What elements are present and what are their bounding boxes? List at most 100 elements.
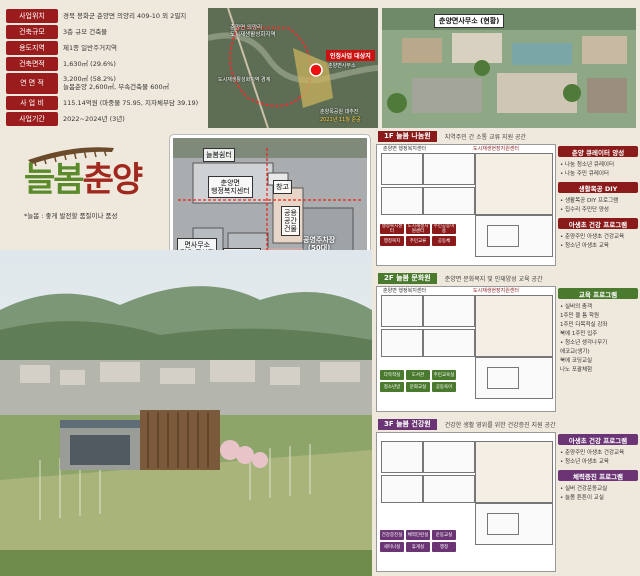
floor-room: [381, 475, 423, 503]
info-value: 경북 봉화군 춘양면 의양리 409-10 외 2필지: [58, 12, 186, 20]
room-legend-item: 운동교실: [432, 530, 456, 540]
floor-tag: 1F 늘봄 나눔원: [378, 130, 437, 142]
room-legend-item: 공동육아: [432, 382, 456, 392]
program-item: 에코교(생기): [560, 349, 590, 355]
floor-room: [381, 441, 423, 473]
map-park-label: 춘양목공원 대추진: [320, 109, 359, 115]
info-key: 사 업 비: [6, 95, 58, 110]
info-value: 2022~2024년 (3년): [58, 115, 125, 123]
info-value-line: 115.14억원 (마중물 75.95, 지자체부담 39.19): [63, 98, 199, 107]
room-legend-item: 휴게실: [406, 542, 430, 552]
floor-subtitle: 지역주민 간 소통 교류 지원 공간: [444, 133, 527, 141]
room-legend-item: 도시재생지원센터: [406, 224, 430, 234]
info-key: 용도지역: [6, 40, 58, 55]
floor-room: [423, 153, 475, 185]
room-legend-item: 청소년방: [380, 382, 404, 392]
plan-title: 춘양면 행정복지센터: [383, 288, 426, 294]
program-item: • 나눔 주민 큐레이터: [560, 171, 609, 177]
floor-programs-panel: 1F 늘봄 나눔원 지역주민 간 소통 교류 지원 공간춘양면 행정복지센터 도시재…: [374, 128, 640, 576]
room-legend-item: 다목적실: [380, 370, 404, 380]
room-legend-item: 도서관: [406, 370, 430, 380]
current-site-photo: 춘양면사무소 (현황): [382, 8, 636, 128]
room-legend-item: 주민교육실: [432, 370, 456, 380]
floor-title: 3F 늘봄 건강원 건강한 생활 영위를 위한 건강증진 지원 공간: [378, 418, 556, 430]
floor-section: 3F 늘봄 건강원 건강한 생활 영위를 위한 건강증진 지원 공간 건강증진실 체력…: [374, 416, 640, 574]
floor-room: [423, 329, 475, 357]
program-heading: 춘양 큐레이터 양성: [558, 146, 638, 157]
floor-room: [475, 153, 553, 215]
location-map: 춘양면 의양리 도시재생활성화지역 도시재생활성화지역 경계 인정사업 대상지 …: [208, 8, 378, 128]
info-value-line: 3층 규모 건축물: [63, 27, 108, 36]
info-value: 115.14억원 (마중물 75.95, 지자체부담 39.19): [58, 99, 198, 107]
room-legend-item: 공동체: [432, 236, 456, 246]
info-key: 연 면 적: [6, 72, 58, 94]
map-boundary-label: 도시재생활성화지역 경계: [218, 77, 271, 83]
info-key: 건축규모: [6, 24, 58, 39]
project-info-table: 사업위치 경북 봉화군 춘양면 의양리 409-10 외 2필지건축규모 3층 규모…: [6, 8, 206, 126]
floor-plan: 춘양면 행정복지센터 도시재생현장지원센터: [376, 286, 556, 412]
floor-subtitle: 춘양면 문화복지 및 인재양성 교육 공간: [444, 275, 543, 283]
program-heading: 교육 프로그램: [558, 288, 638, 299]
floor-room: [487, 513, 519, 535]
program-item: • 집수리 주민단 양성: [560, 207, 609, 213]
site-label-plaza-building: 공용 공간 건물: [281, 206, 300, 236]
floor-section: 1F 늘봄 나눔원 지역주민 간 소통 교류 지원 공간 춘양면 행정복지센터 도시재…: [374, 128, 640, 268]
program-heading: 아생초 건강 프로그램: [558, 434, 638, 445]
program-item: • 청소년 아생초 교육: [560, 459, 609, 465]
info-row: 건축면적 1,630㎡ (29.6%): [6, 56, 206, 71]
floor-plan: 춘양면 행정복지센터 도시재생현장지원센터: [376, 144, 556, 266]
info-key: 건축면적: [6, 56, 58, 71]
info-row: 사업위치 경북 봉화군 춘양면 의양리 409-10 외 2필지: [6, 8, 206, 23]
program-item: • 청소년 생각나무기: [560, 340, 608, 346]
map-park-sub: 2021년 11월 준공: [320, 117, 361, 123]
info-row: 연 면 적 3,200㎡ (58.2%) 늘봄춘양 2,600㎡, 부속건축물 60…: [6, 72, 206, 94]
info-key: 사업기간: [6, 111, 58, 126]
site-label-office: 춘양면 행정복지센터: [208, 176, 253, 198]
aerial-photo-graphic: [382, 8, 636, 128]
info-value-line: 경북 봉화군 춘양면 의양리 409-10 외 2필지: [63, 11, 187, 20]
brand-title: 늘봄춘양: [24, 160, 143, 200]
program-item: 북에 1주민 입주: [560, 331, 598, 337]
room-legend-item: 행정복지센터: [380, 224, 404, 234]
info-value: 제1종 일반주거지역: [58, 44, 117, 52]
program-item: 1주민 울 틈 학원: [560, 313, 600, 319]
site-label-warehouse: 창고: [273, 180, 292, 194]
rendering-graphic: [0, 250, 372, 576]
program-item: • 춘양주민 아생초 건강교육: [560, 234, 625, 240]
floor-room: [381, 329, 423, 357]
brand-logo: 늘봄춘양 *늘봄 : 좋게 발전할 품질이나 품성: [22, 142, 162, 232]
map-target-label: 인정사업 대상지: [326, 50, 375, 61]
room-legend-item: 주민교류: [406, 236, 430, 246]
floor-section: 2F 늘봄 문화원 춘양면 문화복지 및 인재양성 교육 공간춘양면 행정복지센터…: [374, 270, 640, 414]
site-label-neulbom-hall: 늘봄쉼터: [203, 148, 235, 162]
program-item: • 춘양주민 아생초 건강교육: [560, 450, 625, 456]
floor-room: [475, 295, 553, 357]
plan-title: 도시재생현장지원센터: [473, 288, 520, 294]
program-item: 나노 포괄체험: [560, 367, 593, 373]
info-row: 건축규모 3층 규모 건축물: [6, 24, 206, 39]
brand-tagline: *늘봄 : 좋게 발전할 품질이나 품성: [24, 212, 118, 220]
map-area-label: 춘양면 의양리 도시재생활성화지역: [230, 25, 276, 38]
info-value-line: 3,200㎡ (58.2%): [63, 75, 116, 83]
floor-room: [381, 187, 423, 215]
program-item: 1주민 다목적실 강좌: [560, 322, 608, 328]
info-value: 1,630㎡ (29.6%): [58, 60, 116, 68]
floor-title: 2F 늘봄 문화원 춘양면 문화복지 및 인재양성 교육 공간: [378, 272, 543, 284]
floor-room: [381, 295, 423, 327]
info-value-line: 2022~2024년 (3년): [63, 114, 125, 123]
floor-tag: 3F 늘봄 건강원: [378, 418, 437, 430]
info-key: 사업위치: [6, 8, 58, 23]
floor-room: [423, 187, 475, 215]
info-value-line: 1,630㎡ (29.6%): [63, 59, 116, 68]
room-legend-item: 주민공동이용: [432, 224, 456, 234]
floor-room: [487, 225, 519, 247]
plan-title: 도시재생현장지원센터: [473, 146, 520, 152]
info-value: 3,200㎡ (58.2%) 늘봄춘양 2,600㎡, 부속건축물 600㎡: [58, 75, 169, 91]
map-target-sub: 춘양면사무소: [328, 63, 356, 69]
program-item: • 청소년 아생초 교육: [560, 243, 609, 249]
floor-room: [487, 367, 519, 389]
program-item: • 나눔 청소년 큐레이터: [560, 162, 615, 168]
building-rendering: [0, 250, 372, 576]
program-heading: 체력증진 프로그램: [558, 470, 638, 481]
program-item: • 생활목공 DIY 프로그램: [560, 198, 619, 204]
